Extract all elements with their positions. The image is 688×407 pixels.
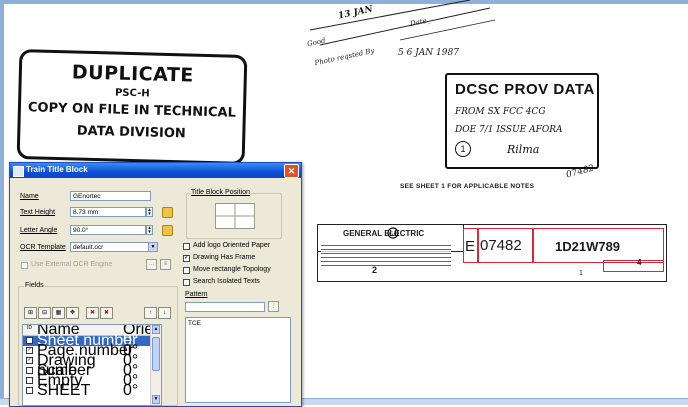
- check-1[interactable]: ✓: [183, 255, 190, 262]
- window-icon: [13, 166, 24, 177]
- tb-bottom-left: 2: [372, 265, 378, 275]
- ocr-template-label: OCR Template: [20, 244, 66, 251]
- delete-all-fields-icon[interactable]: ✖: [100, 307, 113, 319]
- check-0-label: Add logo Oriented Paper: [193, 242, 271, 249]
- letter-angle-input[interactable]: 90.0°: [70, 225, 146, 235]
- check-1-label: Drawing Has Frame: [193, 254, 256, 261]
- col-id: ID: [27, 325, 32, 331]
- name-input[interactable]: GEnortec: [70, 191, 151, 201]
- prov-circle: 1: [455, 141, 471, 157]
- chevron-down-icon[interactable]: ▼: [148, 243, 157, 251]
- pattern-label: Pattern: [185, 291, 208, 298]
- duplicate-stamp: DUPLICATE PSC-H COPY ON FILE IN TECHNICA…: [16, 49, 248, 165]
- applicable-notes: SEE SHEET 1 FOR APPLICABLE NOTES: [400, 183, 535, 190]
- row-orient: 0°: [123, 382, 139, 399]
- tb-sheet: 4: [637, 258, 642, 267]
- name-label: Name: [20, 193, 39, 200]
- prov-data-stamp: DCSC PROV DATA FROM SX FCC 4CG DOE 7/1 I…: [445, 73, 599, 169]
- table-field-icon[interactable]: ▦: [52, 307, 65, 319]
- letter-angle-spinner[interactable]: ▴ ▾: [146, 225, 153, 235]
- fields-list-scrollbar[interactable]: ▲ ▼: [150, 325, 161, 405]
- text-height-pick-icon[interactable]: [162, 207, 173, 218]
- tb-sheet-box: [603, 260, 664, 272]
- row-name: SHEET: [37, 382, 91, 399]
- drawing-title-block: GENERAL ELECTRIC GE 2 E 07482 1D21W789 4…: [317, 218, 668, 284]
- position-grid-icon[interactable]: [215, 203, 255, 229]
- ocr-template-select[interactable]: default.ocr ▼: [70, 242, 158, 252]
- ge-logo-icon: GE: [387, 227, 399, 239]
- use-external-ocr-checkbox[interactable]: [21, 262, 28, 269]
- close-button[interactable]: ✕: [284, 164, 299, 178]
- move-field-icon[interactable]: ✥: [66, 307, 79, 319]
- row-checkbox[interactable]: ✓: [26, 337, 33, 344]
- tb-company: GENERAL ELECTRIC: [343, 229, 425, 238]
- tb-code: E: [465, 238, 476, 255]
- tb-dwg-no: 1D21W789: [555, 239, 621, 254]
- move-up-icon[interactable]: ↑: [144, 307, 157, 319]
- row-checkbox[interactable]: [26, 367, 33, 374]
- pattern-input[interactable]: [185, 302, 265, 312]
- insert-field-icon[interactable]: ⊟: [38, 307, 51, 319]
- text-height-label: Text Height: [20, 209, 56, 216]
- check-0[interactable]: [183, 243, 190, 250]
- window-border-left: [0, 0, 4, 405]
- scroll-down-icon[interactable]: ▼: [152, 395, 160, 404]
- scroll-thumb[interactable]: [152, 337, 160, 371]
- delete-field-icon[interactable]: ✖: [86, 307, 99, 319]
- pattern-options-button[interactable]: ⋮: [268, 301, 279, 312]
- text-height-input[interactable]: 8.73 mm: [70, 207, 146, 217]
- letter-angle-label: Letter Angle: [20, 227, 58, 234]
- tb-bottom-mid: 1: [579, 270, 583, 277]
- date-scrawl: 5 6 JAN 1987: [398, 48, 459, 58]
- letter-angle-pick-icon[interactable]: [162, 225, 173, 236]
- stamp-line1: DUPLICATE: [71, 61, 195, 87]
- stamp-line2: PSC-H: [114, 87, 150, 100]
- prov-title: DCSC PROV DATA: [455, 81, 595, 98]
- check-3-label: Search Isolated Texts: [193, 278, 260, 285]
- check-3[interactable]: [183, 279, 190, 286]
- title-block-position-label: Title Block Position: [190, 189, 251, 196]
- check-2[interactable]: [183, 267, 190, 274]
- external-ocr-settings-button[interactable]: …: [146, 259, 157, 270]
- pattern-textarea[interactable]: TCE: [185, 317, 291, 403]
- prov-row3: Rilma: [507, 143, 540, 156]
- use-external-ocr-label: Use External OCR Engine: [31, 261, 113, 268]
- prov-row2: DOE 7/1 ISSUE AFORA: [455, 125, 563, 135]
- text-height-spinner[interactable]: ▴ ▾: [146, 207, 153, 217]
- add-field-icon[interactable]: ⊞: [24, 307, 37, 319]
- svg-text:GE: GE: [389, 232, 397, 238]
- move-down-icon[interactable]: ↓: [158, 307, 171, 319]
- dialog-titlebar[interactable]: Train Title Block ✕: [10, 163, 301, 178]
- tb-lines: [321, 242, 451, 268]
- row-checkbox[interactable]: ✓: [26, 357, 33, 364]
- check-2-label: Move rectangle Topology: [193, 266, 271, 273]
- table-row[interactable]: SHEET 0°: [23, 382, 151, 399]
- ocr-template-value: default.ocr: [73, 244, 104, 251]
- scroll-up-icon[interactable]: ▲: [152, 325, 160, 334]
- prov-row1: FROM SX FCC 4CG: [455, 107, 546, 117]
- tb-cage: 07482: [480, 237, 522, 254]
- row-checkbox[interactable]: [26, 387, 33, 394]
- external-ocr-options-button[interactable]: ≡: [160, 259, 171, 270]
- row-checkbox[interactable]: [26, 377, 33, 384]
- dialog-title: Train Title Block: [26, 165, 88, 174]
- fields-list[interactable]: ID Name Orient. ✓ Sheet number 0° ✓ Page…: [22, 324, 162, 406]
- row-checkbox[interactable]: ✓: [26, 347, 33, 354]
- stamp-line4: DATA DIVISION: [76, 123, 186, 142]
- stamp-line3: COPY ON FILE IN TECHNICAL: [27, 100, 237, 121]
- fields-group-title: Fields: [24, 282, 45, 289]
